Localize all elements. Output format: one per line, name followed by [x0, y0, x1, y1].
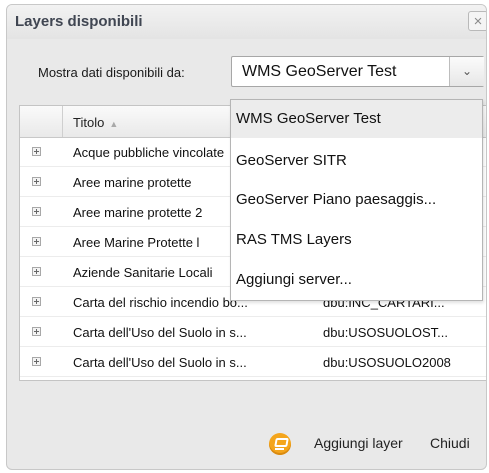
close-button[interactable]: Chiudi: [430, 435, 470, 451]
table-row[interactable]: Carta dell'Uso del Suolo in s... dbu:USO…: [20, 317, 486, 347]
source-select-value: WMS GeoServer Test: [242, 63, 397, 80]
dropdown-option[interactable]: RAS TMS Layers: [231, 221, 482, 259]
expand-plus-icon[interactable]: [32, 327, 41, 336]
source-dropdown-list: WMS GeoServer Test GeoServer SITR GeoSer…: [230, 99, 483, 301]
expand-plus-icon[interactable]: [32, 297, 41, 306]
row-name: dbu:USOSUOLOST...: [323, 325, 448, 340]
expander-column-header: [20, 106, 63, 137]
dropdown-option[interactable]: WMS GeoServer Test: [231, 100, 482, 138]
row-title: Carta dell'Uso del Suolo in s...: [73, 325, 247, 340]
source-label: Mostra dati disponibili da:: [38, 65, 185, 80]
close-icon[interactable]: ×: [468, 11, 486, 31]
add-layer-button[interactable]: Aggiungi layer: [314, 435, 403, 451]
dialog-titlebar: Layers disponibili ×: [7, 5, 486, 39]
column-header-title[interactable]: Titolo ▲: [73, 115, 118, 130]
source-select[interactable]: WMS GeoServer Test ⌄: [231, 56, 484, 87]
sort-ascending-icon: ▲: [109, 119, 119, 129]
expand-plus-icon[interactable]: [32, 207, 41, 216]
row-name: dbu:USOSUOLO2008: [323, 355, 451, 370]
expand-plus-icon[interactable]: [32, 177, 41, 186]
table-row[interactable]: Carta dell'Uso del Suolo in s... dbu:USO…: [20, 347, 486, 377]
row-title: Carta dell'Uso del Suolo in s...: [73, 355, 247, 370]
layers-add-icon[interactable]: [269, 433, 291, 455]
dropdown-option[interactable]: GeoServer SITR: [231, 142, 482, 180]
column-header-title-label: Titolo: [73, 115, 105, 130]
dropdown-option[interactable]: Aggiungi server...: [231, 261, 482, 299]
chevron-down-icon[interactable]: ⌄: [449, 57, 484, 86]
dropdown-option[interactable]: GeoServer Piano paesaggis...: [231, 181, 482, 219]
dialog-title: Layers disponibili: [15, 13, 143, 30]
expand-plus-icon[interactable]: [32, 357, 41, 366]
expand-plus-icon[interactable]: [32, 237, 41, 246]
expand-plus-icon[interactable]: [32, 267, 41, 276]
expand-plus-icon[interactable]: [32, 147, 41, 156]
